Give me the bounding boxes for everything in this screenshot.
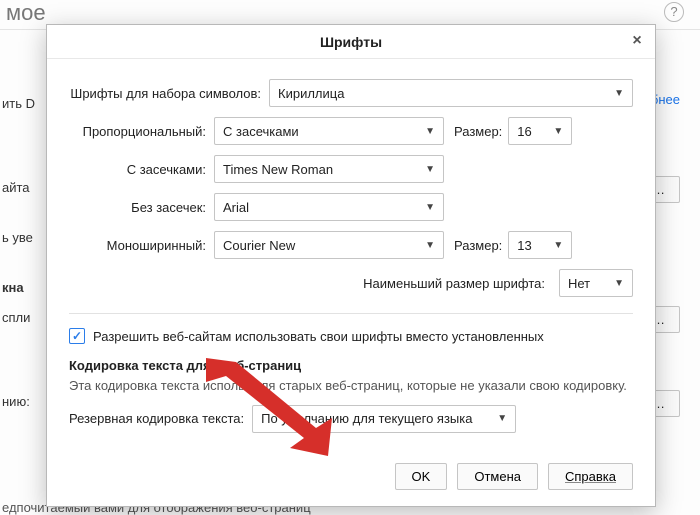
cancel-button[interactable]: Отмена (457, 463, 538, 490)
label-proportional: Пропорциональный: (69, 124, 214, 139)
chevron-down-icon: ▼ (497, 413, 507, 424)
ok-button[interactable]: OK (395, 463, 448, 490)
chevron-down-icon: ▼ (614, 278, 624, 289)
select-proportional[interactable]: С засечками ▼ (214, 117, 444, 145)
select-min-size[interactable]: Нет ▼ (559, 269, 633, 297)
select-serif[interactable]: Times New Roman ▼ (214, 155, 444, 183)
chevron-down-icon: ▼ (553, 126, 563, 137)
chevron-down-icon: ▼ (553, 240, 563, 251)
select-min-size-value: Нет (568, 276, 590, 291)
select-serif-value: Times New Roman (223, 162, 333, 177)
select-sans[interactable]: Arial ▼ (214, 193, 444, 221)
dialog-title-text: Шрифты (320, 34, 382, 50)
label-mono: Моноширинный: (69, 238, 214, 253)
select-mono-size-value: 13 (517, 238, 531, 253)
modal-overlay: Шрифты × Шрифты для набора символов: Кир… (0, 0, 700, 515)
legacy-encoding-heading: Кодировка текста для ых б-страниц (69, 358, 633, 373)
select-mono-size[interactable]: 13 ▼ (508, 231, 572, 259)
chevron-down-icon: ▼ (425, 126, 435, 137)
checkbox-allow-site-fonts[interactable]: ✓ (69, 328, 85, 344)
label-allow-site-fonts: Разрешить веб-сайтам использовать свои ш… (93, 329, 544, 344)
select-prop-size[interactable]: 16 ▼ (508, 117, 572, 145)
select-fallback-encoding[interactable]: По умолчанию для текущего языка ▼ (252, 405, 516, 433)
legacy-encoding-desc: Эта кодировка текста использу ля старых … (69, 377, 633, 395)
select-charset-value: Кириллица (278, 86, 344, 101)
dialog-title: Шрифты × (47, 25, 655, 59)
select-mono-value: Courier New (223, 238, 295, 253)
label-sans: Без засечек: (69, 200, 214, 215)
select-mono[interactable]: Courier New ▼ (214, 231, 444, 259)
label-charset: Шрифты для набора символов: (69, 86, 269, 101)
select-prop-size-value: 16 (517, 124, 531, 139)
select-fallback-encoding-value: По умолчанию для текущего языка (261, 411, 472, 426)
help-button[interactable]: Справка (548, 463, 633, 490)
close-icon[interactable]: × (627, 32, 647, 52)
select-proportional-value: С засечками (223, 124, 299, 139)
chevron-down-icon: ▼ (614, 88, 624, 99)
separator (69, 313, 633, 314)
chevron-down-icon: ▼ (425, 240, 435, 251)
select-sans-value: Arial (223, 200, 249, 215)
help-button-label: Справка (565, 469, 616, 484)
chevron-down-icon: ▼ (425, 164, 435, 175)
label-mono-size: Размер: (454, 238, 502, 253)
label-prop-size: Размер: (454, 124, 502, 139)
label-fallback-encoding: Резервная кодировка текста: (69, 411, 244, 426)
label-serif: С засечками: (69, 162, 214, 177)
chevron-down-icon: ▼ (425, 202, 435, 213)
select-charset[interactable]: Кириллица ▼ (269, 79, 633, 107)
label-min-size: Наименьший размер шрифта: (363, 276, 553, 291)
fonts-dialog: Шрифты × Шрифты для набора символов: Кир… (46, 24, 656, 507)
